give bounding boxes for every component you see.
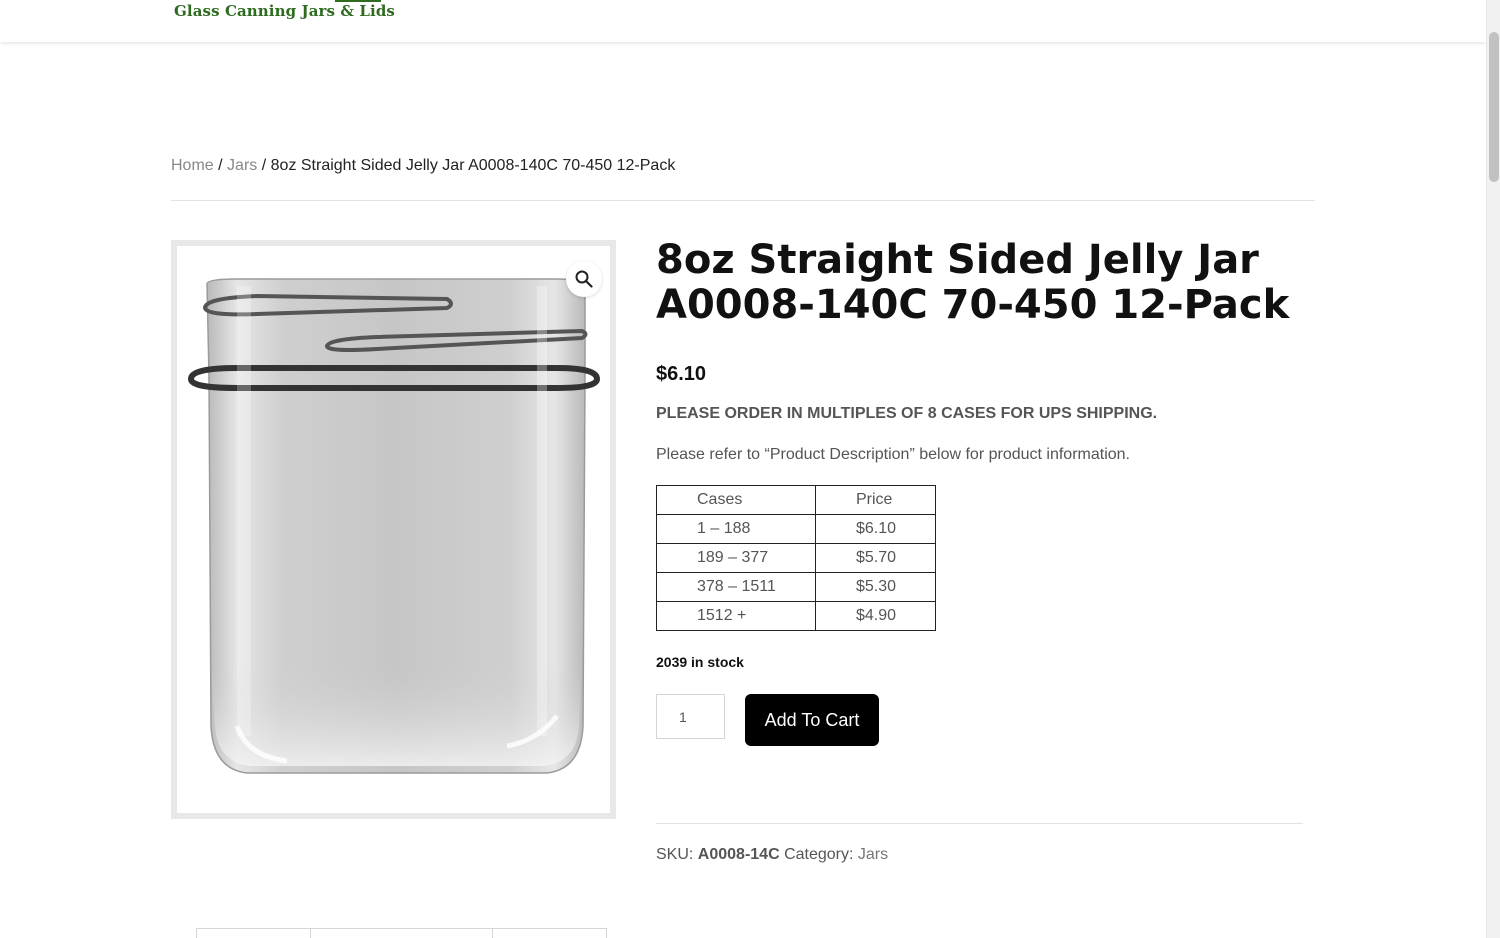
category-label: Category: xyxy=(784,846,854,863)
magnifier-icon xyxy=(575,270,593,288)
table-cell-price: $6.10 xyxy=(815,514,936,544)
breadcrumb-separator: / xyxy=(218,157,223,174)
product-image[interactable] xyxy=(177,246,610,813)
zoom-button[interactable] xyxy=(566,261,602,297)
table-cell-price: $4.90 xyxy=(815,601,936,631)
table-header-cases: Cases xyxy=(656,485,816,515)
add-to-cart-button[interactable]: Add To Cart xyxy=(745,694,879,746)
scrollbar-thumb[interactable] xyxy=(1489,32,1499,182)
shipping-notice: PLEASE ORDER IN MULTIPLES OF 8 CASES FOR… xyxy=(656,405,1158,422)
tab-description[interactable] xyxy=(196,928,311,938)
product-title: 8oz Straight Sided Jelly Jar A0008-140C … xyxy=(656,237,1290,328)
breadcrumb-category[interactable]: Jars xyxy=(227,157,257,174)
category-link[interactable]: Jars xyxy=(858,846,888,863)
table-cell-price: $5.70 xyxy=(815,543,936,573)
jar-image xyxy=(187,278,601,774)
table-header-row: Cases Price xyxy=(656,485,936,515)
table-row: 189 – 377 $5.70 xyxy=(656,543,936,573)
breadcrumb-separator: / xyxy=(261,157,267,174)
table-cell-cases: 1512 + xyxy=(656,601,816,631)
product-info-note: Please refer to “Product Description” be… xyxy=(656,446,1130,463)
quantity-input[interactable] xyxy=(656,694,725,739)
breadcrumb: Home / Jars / 8oz Straight Sided Jelly J… xyxy=(171,157,675,175)
tab-reviews[interactable] xyxy=(492,928,607,938)
divider xyxy=(656,823,1303,824)
product-meta: SKU: A0008-14C Category: Jars xyxy=(656,846,888,864)
table-row: 1 – 188 $6.10 xyxy=(656,514,936,544)
breadcrumb-current: 8oz Straight Sided Jelly Jar A0008-140C … xyxy=(270,157,676,174)
divider xyxy=(171,200,1315,201)
table-row: 378 – 1511 $5.30 xyxy=(656,572,936,602)
sku-value: A0008-14C xyxy=(697,846,780,863)
product-price: $6.10 xyxy=(656,363,707,385)
breadcrumb-home[interactable]: Home xyxy=(171,157,214,174)
stock-status: 2039 in stock xyxy=(656,654,744,670)
table-header-price: Price xyxy=(815,485,936,515)
table-cell-cases: 378 – 1511 xyxy=(656,572,816,602)
table-cell-price: $5.30 xyxy=(815,572,936,602)
sku-label: SKU: xyxy=(656,846,694,863)
tab-additional-info[interactable] xyxy=(310,928,493,938)
price-tier-table: Cases Price 1 – 188 $6.10 189 – 377 $5.7… xyxy=(656,485,936,631)
table-cell-cases: 189 – 377 xyxy=(656,543,816,573)
product-gallery xyxy=(171,240,616,819)
table-row: 1512 + $4.90 xyxy=(656,601,936,631)
table-cell-cases: 1 – 188 xyxy=(656,514,816,544)
site-logo[interactable]: Glass Canning Jars & Lids xyxy=(174,2,395,20)
site-header: Glass Canning Jars & Lids xyxy=(0,0,1486,42)
page-scrollbar[interactable] xyxy=(1486,0,1500,938)
